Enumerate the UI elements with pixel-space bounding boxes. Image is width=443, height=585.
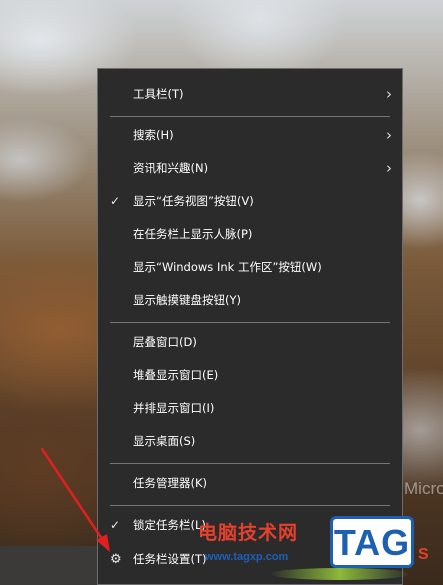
menu-item-label: 搜索(H) bbox=[133, 128, 174, 142]
menu-separator bbox=[110, 322, 390, 323]
menu-item-label: 层叠窗口(D) bbox=[133, 335, 197, 349]
watermark-logo: TAG bbox=[330, 516, 414, 568]
watermark-corner-mark: S bbox=[418, 546, 429, 563]
taskbar[interactable] bbox=[0, 546, 97, 585]
menu-item-label: 任务栏设置(T) bbox=[133, 552, 207, 566]
watermark-site-name: 电脑技术网 bbox=[198, 522, 299, 544]
menu-item-label: 并排显示窗口(I) bbox=[133, 401, 215, 415]
menu-separator bbox=[110, 116, 390, 117]
menu-item-label: 锁定任务栏(L) bbox=[133, 518, 206, 532]
taskbar-context-menu: 工具栏(T) › 搜索(H) › 资讯和兴趣(N) › ✓ 显示“任务视图”按钮… bbox=[97, 68, 403, 585]
menu-item-cascade-windows[interactable]: 层叠窗口(D) bbox=[98, 326, 402, 359]
menu-item-label: 在任务栏上显示人脉(P) bbox=[133, 227, 253, 241]
gear-icon: ⚙ bbox=[110, 552, 122, 567]
menu-item-label: 任务管理器(K) bbox=[133, 476, 208, 490]
menu-item-label: 显示触摸键盘按钮(Y) bbox=[133, 293, 241, 307]
menu-item-touch-keyboard-button[interactable]: 显示触摸键盘按钮(Y) bbox=[98, 284, 402, 317]
menu-item-label: 显示桌面(S) bbox=[133, 434, 196, 448]
menu-separator bbox=[110, 463, 390, 464]
menu-item-search[interactable]: 搜索(H) › bbox=[98, 119, 402, 152]
menu-item-stack-windows[interactable]: 堆叠显示窗口(E) bbox=[98, 359, 402, 392]
menu-item-windows-ink-button[interactable]: 显示“Windows Ink 工作区”按钮(W) bbox=[98, 251, 402, 284]
menu-item-task-manager[interactable]: 任务管理器(K) bbox=[98, 467, 402, 500]
checkmark-icon: ✓ bbox=[110, 518, 121, 532]
watermark-logo-text: TAG bbox=[333, 522, 411, 563]
menu-item-toolbars[interactable]: 工具栏(T) › bbox=[98, 78, 402, 111]
menu-item-show-desktop[interactable]: 显示桌面(S) bbox=[98, 425, 402, 458]
menu-separator bbox=[110, 505, 390, 506]
menu-item-label: 工具栏(T) bbox=[133, 87, 184, 101]
menu-item-label: 显示“Windows Ink 工作区”按钮(W) bbox=[133, 260, 322, 274]
watermark-swoosh bbox=[270, 568, 410, 580]
watermark-url: www.tagxp.com bbox=[205, 551, 289, 563]
menu-item-label: 资讯和兴趣(N) bbox=[133, 161, 209, 175]
menu-item-task-view-button[interactable]: ✓ 显示“任务视图”按钮(V) bbox=[98, 185, 402, 218]
chevron-right-icon: › bbox=[386, 85, 392, 103]
menu-item-label: 显示“任务视图”按钮(V) bbox=[133, 194, 254, 208]
wallpaper-brand-text: Micros bbox=[404, 479, 443, 498]
menu-item-label: 堆叠显示窗口(E) bbox=[133, 368, 219, 382]
menu-item-side-by-side-windows[interactable]: 并排显示窗口(I) bbox=[98, 392, 402, 425]
chevron-right-icon: › bbox=[386, 126, 392, 144]
menu-item-news-interests[interactable]: 资讯和兴趣(N) › bbox=[98, 152, 402, 185]
checkmark-icon: ✓ bbox=[110, 194, 121, 208]
chevron-right-icon: › bbox=[386, 159, 392, 177]
menu-item-show-people[interactable]: 在任务栏上显示人脉(P) bbox=[98, 218, 402, 251]
